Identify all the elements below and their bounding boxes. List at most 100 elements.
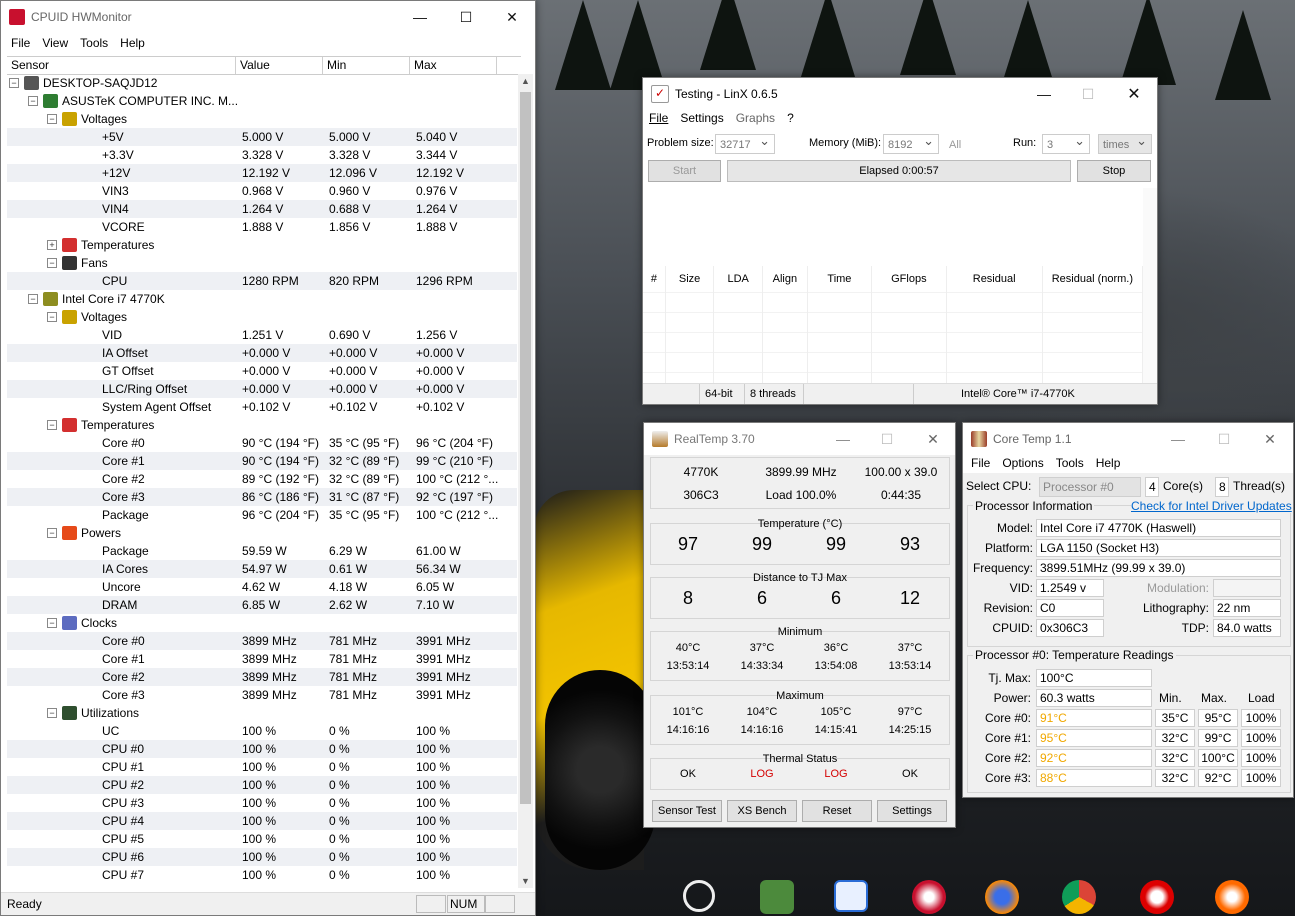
sensor-row[interactable]: Core #3 86 °C (186 °F) 31 °C (87 °F) 92 °C …	[7, 488, 517, 506]
sensor-row[interactable]: System Agent Offset +0.102 V +0.102 V +0.10…	[7, 398, 517, 416]
column-header[interactable]: #	[643, 266, 666, 293]
column-sensor[interactable]: Sensor	[7, 57, 236, 74]
window-app-icon[interactable]	[834, 880, 868, 912]
sensor-row[interactable]: DRAM 6.85 W 2.62 W 7.10 W	[7, 596, 517, 614]
refresh-icon[interactable]	[683, 880, 715, 912]
sensor-row[interactable]: +3.3V 3.328 V 3.328 V 3.344 V	[7, 146, 517, 164]
select-cpu-dropdown[interactable]: Processor #0	[1039, 477, 1141, 497]
menu-file[interactable]: File	[1, 36, 36, 50]
sensor-row[interactable]: − Clocks	[7, 614, 517, 632]
sensor-row[interactable]: UC 100 % 0 % 100 %	[7, 722, 517, 740]
sensor-row[interactable]: Core #0 90 °C (194 °F) 35 °C (95 °F) 96 °C …	[7, 434, 517, 452]
driver-update-link[interactable]: Check for Intel Driver Updates	[1131, 499, 1292, 513]
sensor-row[interactable]: VIN4 1.264 V 0.688 V 1.264 V	[7, 200, 517, 218]
column-header[interactable]: Size	[665, 266, 715, 293]
coretemp-titlebar[interactable]: Core Temp 1.1 — ☐ ✕	[963, 423, 1293, 455]
sensor-row[interactable]: LLC/Ring Offset +0.000 V +0.000 V +0.000 V	[7, 380, 517, 398]
sensor-row[interactable]: CPU #2 100 % 0 % 100 %	[7, 776, 517, 794]
sensor-row[interactable]: CPU #0 100 % 0 % 100 %	[7, 740, 517, 758]
minimize-button[interactable]: —	[397, 1, 443, 33]
column-header[interactable]: LDA	[713, 266, 763, 293]
run-unit-select[interactable]: times	[1098, 131, 1152, 154]
maximize-button[interactable]: ☐	[443, 1, 489, 33]
sensor-row[interactable]: IA Cores 54.97 W 0.61 W 56.34 W	[7, 560, 517, 578]
expand-icon[interactable]: +	[47, 240, 57, 250]
menu-tools[interactable]: Tools	[74, 36, 114, 50]
sensor-row[interactable]: Core #1 90 °C (194 °F) 32 °C (89 °F) 99 °C …	[7, 452, 517, 470]
sensor-row[interactable]: +12V 12.192 V 12.096 V 12.192 V	[7, 164, 517, 182]
reset-button[interactable]: Reset	[802, 800, 872, 822]
app-icon[interactable]	[1215, 880, 1249, 914]
column-max[interactable]: Max	[410, 57, 497, 74]
all-checkbox-label[interactable]: All	[949, 139, 961, 151]
linx-app-icon[interactable]	[912, 880, 946, 914]
collapse-icon[interactable]: −	[47, 420, 57, 430]
sensor-row[interactable]: +5V 5.000 V 5.000 V 5.040 V	[7, 128, 517, 146]
collapse-icon[interactable]: −	[28, 294, 38, 304]
sensor-row[interactable]: − Utilizations	[7, 704, 517, 722]
realtemp-titlebar[interactable]: RealTemp 3.70 — ☐ ✕	[644, 423, 955, 455]
sensor-row[interactable]: CPU #1 100 % 0 % 100 %	[7, 758, 517, 776]
scroll-up-icon[interactable]: ▲	[521, 76, 530, 86]
menu-help[interactable]: Help	[114, 36, 151, 50]
menu-file[interactable]: File	[643, 111, 674, 125]
close-button[interactable]: ✕	[489, 1, 535, 33]
column-value[interactable]: Value	[236, 57, 323, 74]
start-button[interactable]: Start	[648, 160, 721, 182]
column-header[interactable]: Time	[807, 266, 873, 293]
sensor-row[interactable]: Core #0 3899 MHz 781 MHz 3991 MHz	[7, 632, 517, 650]
column-header[interactable]: GFlops	[871, 266, 947, 293]
minimize-button[interactable]: —	[1155, 423, 1201, 455]
firefox-icon[interactable]	[985, 880, 1019, 914]
sensor-row[interactable]: − Powers	[7, 524, 517, 542]
scrollbar-thumb[interactable]	[520, 92, 531, 804]
sensor-row[interactable]: Core #2 3899 MHz 781 MHz 3991 MHz	[7, 668, 517, 686]
menu-tools[interactable]: Tools	[1050, 456, 1090, 470]
sensor-row[interactable]: VIN3 0.968 V 0.960 V 0.976 V	[7, 182, 517, 200]
memory-select[interactable]: 8192	[883, 131, 939, 154]
sensor-row[interactable]: − Voltages	[7, 110, 517, 128]
collapse-icon[interactable]: −	[28, 96, 38, 106]
sensor-row[interactable]: CPU #3 100 % 0 % 100 %	[7, 794, 517, 812]
column-header[interactable]: Align	[762, 266, 808, 293]
problem-size-select[interactable]: 32717	[715, 131, 775, 154]
collapse-icon[interactable]: −	[47, 114, 57, 124]
chrome-icon[interactable]	[1062, 880, 1096, 914]
sensor-row[interactable]: − DESKTOP-SAQJD12	[7, 74, 517, 92]
menu-help[interactable]: ?	[781, 111, 800, 125]
menu-settings[interactable]: Settings	[674, 111, 729, 125]
sensor-row[interactable]: CPU #4 100 % 0 % 100 %	[7, 812, 517, 830]
collapse-icon[interactable]: −	[47, 528, 57, 538]
run-count-select[interactable]: 3	[1042, 131, 1090, 154]
sensor-row[interactable]: VCORE 1.888 V 1.856 V 1.888 V	[7, 218, 517, 236]
vertical-scrollbar[interactable]: ▲ ▼	[518, 74, 533, 888]
settings-button[interactable]: Settings	[877, 800, 947, 822]
sensor-row[interactable]: CPU #5 100 % 0 % 100 %	[7, 830, 517, 848]
collapse-icon[interactable]: −	[9, 78, 19, 88]
column-header[interactable]: Residual	[946, 266, 1043, 293]
sensor-row[interactable]: + Temperatures	[7, 236, 517, 254]
menu-file[interactable]: File	[963, 456, 996, 470]
collapse-icon[interactable]: −	[47, 258, 57, 268]
hwmonitor-titlebar[interactable]: CPUID HWMonitor — ☐ ✕	[1, 1, 535, 33]
collapse-icon[interactable]: −	[47, 312, 57, 322]
close-button[interactable]: ✕	[910, 423, 955, 455]
sensor-row[interactable]: CPU #7 100 % 0 % 100 %	[7, 866, 517, 884]
sensor-row[interactable]: Package 96 °C (204 °F) 35 °C (95 °F) 100 °C…	[7, 506, 517, 524]
sensor-row[interactable]: IA Offset +0.000 V +0.000 V +0.000 V	[7, 344, 517, 362]
close-button[interactable]: ✕	[1111, 78, 1157, 110]
sensor-row[interactable]: − ASUSTeK COMPUTER INC. M...	[7, 92, 517, 110]
collapse-icon[interactable]: −	[47, 708, 57, 718]
sensor-row[interactable]: Core #1 3899 MHz 781 MHz 3991 MHz	[7, 650, 517, 668]
sensor-row[interactable]: Package 59.59 W 6.29 W 61.00 W	[7, 542, 517, 560]
collapse-icon[interactable]: −	[47, 618, 57, 628]
scroll-down-icon[interactable]: ▼	[521, 876, 530, 886]
sensor-row[interactable]: Uncore 4.62 W 4.18 W 6.05 W	[7, 578, 517, 596]
menu-options[interactable]: Options	[996, 456, 1049, 470]
minimize-button[interactable]: —	[1021, 78, 1067, 110]
sensor-row[interactable]: − Fans	[7, 254, 517, 272]
sensor-row[interactable]: CPU #6 100 % 0 % 100 %	[7, 848, 517, 866]
menu-graphs[interactable]: Graphs	[730, 111, 781, 125]
close-button[interactable]: ✕	[1247, 423, 1293, 455]
sensor-row[interactable]: Core #2 89 °C (192 °F) 32 °C (89 °F) 100 °C…	[7, 470, 517, 488]
